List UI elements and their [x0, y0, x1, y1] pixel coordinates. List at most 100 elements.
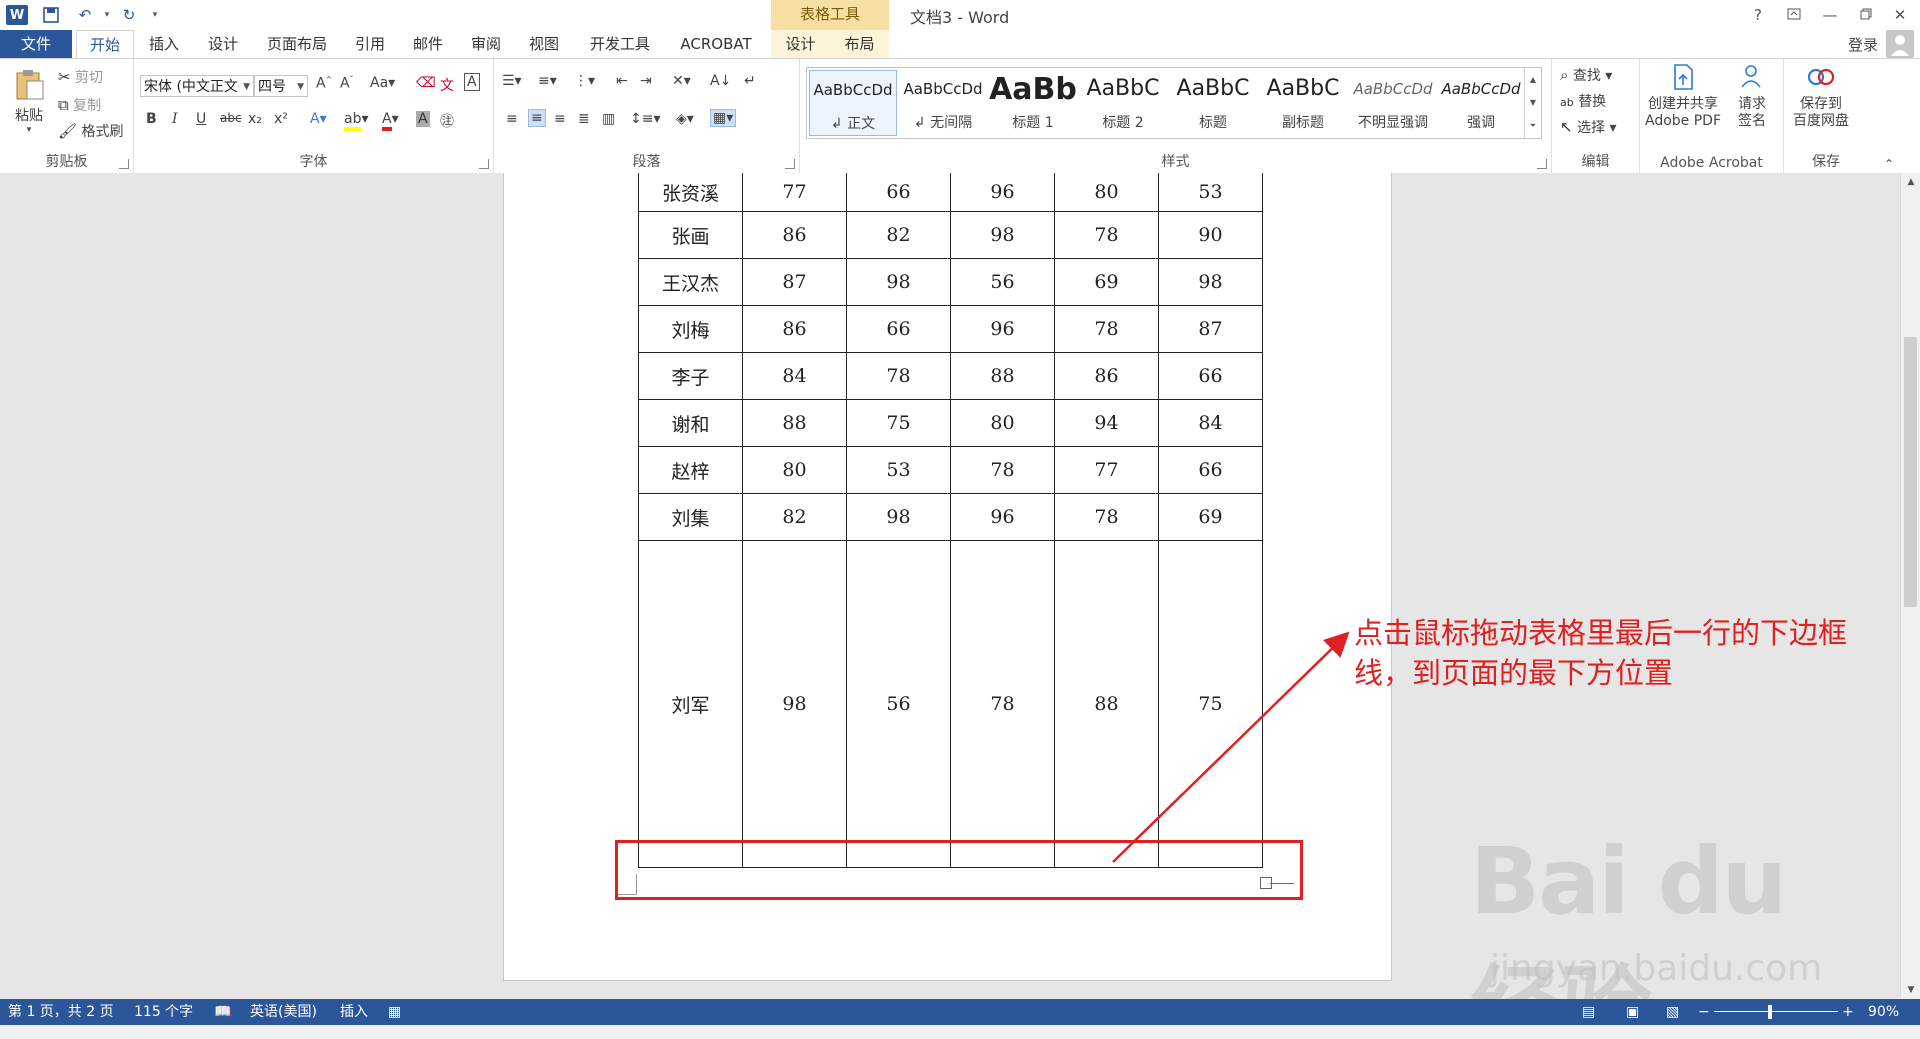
score-cell[interactable]: 98	[846, 258, 951, 306]
minimize-icon[interactable]: —	[1816, 3, 1844, 27]
student-name-cell[interactable]: 谢和	[638, 399, 743, 447]
score-cell[interactable]: 66	[1158, 352, 1263, 400]
shrink-font-icon[interactable]: Aˇ	[340, 75, 354, 92]
score-cell[interactable]: 86	[1054, 352, 1159, 400]
superscript-button[interactable]: x²	[274, 111, 288, 127]
score-cell[interactable]: 96	[950, 173, 1055, 212]
shading-icon[interactable]: ◈▾	[676, 111, 694, 127]
font-color-icon[interactable]: A▾	[382, 111, 399, 131]
tab-developer[interactable]: 开发工具	[582, 30, 658, 58]
proofing-icon[interactable]: 📖	[214, 999, 231, 1025]
score-cell[interactable]: 78	[1054, 211, 1159, 259]
style-heading-1[interactable]: AaBb 标题 1	[989, 70, 1077, 136]
chinese-layout-icon[interactable]: ✕▾	[672, 73, 691, 89]
sort-icon[interactable]: A↓	[710, 73, 731, 89]
find-button[interactable]: ⌕ 查找 ▾	[1560, 65, 1612, 85]
score-cell[interactable]: 78	[846, 352, 951, 400]
underline-button[interactable]: U	[196, 111, 206, 127]
select-button[interactable]: ↖ 选择 ▾	[1560, 117, 1617, 137]
tab-view[interactable]: 视图	[524, 30, 564, 58]
tab-design[interactable]: 设计	[202, 30, 244, 58]
paste-button[interactable]: 粘贴 ▾	[8, 67, 50, 135]
font-launcher-icon[interactable]	[479, 159, 489, 169]
score-cell[interactable]: 53	[1158, 173, 1263, 212]
read-mode-icon[interactable]: ▤	[1582, 999, 1595, 1025]
score-cell[interactable]: 86	[742, 211, 847, 259]
score-cell[interactable]: 88	[742, 399, 847, 447]
justify-icon[interactable]: ≣	[578, 111, 590, 127]
italic-button[interactable]: I	[172, 111, 178, 127]
score-cell[interactable]: 84	[1158, 399, 1263, 447]
score-cell[interactable]: 90	[1158, 211, 1263, 259]
macro-record-icon[interactable]: ▦	[388, 999, 401, 1025]
request-signature-button[interactable]: 请求 签名	[1732, 63, 1772, 130]
score-cell[interactable]: 69	[1054, 258, 1159, 306]
zoom-level[interactable]: 90%	[1868, 999, 1899, 1025]
multilevel-list-icon[interactable]: ⋮▾	[574, 73, 595, 89]
style-no-spacing[interactable]: AaBbCcDd ↲ 无间隔	[899, 70, 987, 136]
score-cell[interactable]: 77	[1054, 446, 1159, 494]
close-icon[interactable]: ✕	[1886, 3, 1914, 27]
collapse-ribbon-icon[interactable]: ⌃	[1884, 157, 1894, 171]
highlight-icon[interactable]: ab▾	[344, 111, 369, 131]
student-name-cell[interactable]: 王汉杰	[638, 258, 743, 306]
page-count[interactable]: 第 1 页，共 2 页	[8, 999, 114, 1025]
student-name-cell[interactable]: 刘集	[638, 493, 743, 541]
zoom-slider-thumb[interactable]	[1768, 1005, 1772, 1019]
tab-review[interactable]: 审阅	[466, 30, 506, 58]
student-name-cell[interactable]: 李子	[638, 352, 743, 400]
student-name-cell[interactable]: 张画	[638, 211, 743, 259]
student-name-cell[interactable]: 张资溪	[638, 173, 743, 212]
style-title[interactable]: AaBbC 标题	[1169, 70, 1257, 136]
undo-icon[interactable]: ↶	[74, 4, 96, 26]
redo-icon[interactable]: ↻	[118, 4, 140, 26]
tab-table-layout[interactable]: 布局	[830, 30, 889, 58]
score-cell[interactable]: 78	[950, 446, 1055, 494]
style-subtitle[interactable]: AaBbC 副标题	[1259, 70, 1347, 136]
score-cell[interactable]: 66	[846, 305, 951, 353]
tab-references[interactable]: 引用	[350, 30, 390, 58]
scroll-down-icon[interactable]: ▼	[1901, 981, 1920, 999]
change-case-icon[interactable]: Aa▾	[370, 75, 395, 91]
vertical-scrollbar[interactable]: ▲ ▼	[1900, 173, 1920, 999]
student-name-cell[interactable]: 赵梓	[638, 446, 743, 494]
scroll-up-icon[interactable]: ▲	[1901, 173, 1920, 191]
tab-table-design[interactable]: 设计	[771, 30, 830, 58]
score-cell[interactable]: 98	[950, 211, 1055, 259]
word-count[interactable]: 115 个字	[134, 999, 193, 1025]
strikethrough-button[interactable]: abc	[220, 111, 242, 125]
show-marks-icon[interactable]: ↵	[744, 73, 756, 89]
paragraph-launcher-icon[interactable]	[785, 159, 795, 169]
score-cell[interactable]: 78	[950, 540, 1055, 868]
score-cell[interactable]: 82	[846, 211, 951, 259]
help-button[interactable]: ?	[1744, 3, 1772, 27]
restore-icon[interactable]	[1852, 3, 1880, 27]
score-cell[interactable]: 56	[846, 540, 951, 868]
numbering-icon[interactable]: ≡▾	[538, 73, 557, 89]
score-cell[interactable]: 88	[950, 352, 1055, 400]
styles-launcher-icon[interactable]	[1537, 159, 1547, 169]
score-cell[interactable]: 69	[1158, 493, 1263, 541]
student-name-cell[interactable]: 刘军	[638, 540, 743, 868]
gallery-scroll[interactable]: ▲ ▼ ⏷	[1524, 68, 1541, 138]
zoom-out-icon[interactable]: −	[1698, 999, 1710, 1025]
phonetic-guide-icon[interactable]: 文	[440, 75, 454, 95]
decrease-indent-icon[interactable]: ⇤	[616, 73, 628, 89]
score-cell[interactable]: 87	[742, 258, 847, 306]
format-painter-button[interactable]: 🖌 格式刷	[58, 121, 124, 141]
tab-home[interactable]: 开始	[76, 30, 134, 58]
align-right-icon[interactable]: ≡	[554, 111, 566, 127]
clipboard-launcher-icon[interactable]	[119, 159, 129, 169]
insert-mode[interactable]: 插入	[340, 999, 368, 1025]
student-name-cell[interactable]: 刘梅	[638, 305, 743, 353]
gallery-more-icon[interactable]: ⏷	[1525, 114, 1541, 137]
gallery-up-icon[interactable]: ▲	[1525, 68, 1541, 91]
paste-dropdown-icon[interactable]: ▾	[8, 125, 50, 135]
score-cell[interactable]: 96	[950, 493, 1055, 541]
login-link[interactable]: 登录	[1848, 34, 1878, 55]
style-emphasis[interactable]: AaBbCcDd 强调	[1437, 70, 1525, 136]
score-cell[interactable]: 82	[742, 493, 847, 541]
score-cell[interactable]: 53	[846, 446, 951, 494]
grades-table[interactable]: 张资溪 77 66 96 80 53 张画 86 82 98 78 90 王汉杰 87 98 56 69 98 刘梅…	[638, 173, 1263, 868]
score-cell[interactable]: 75	[846, 399, 951, 447]
